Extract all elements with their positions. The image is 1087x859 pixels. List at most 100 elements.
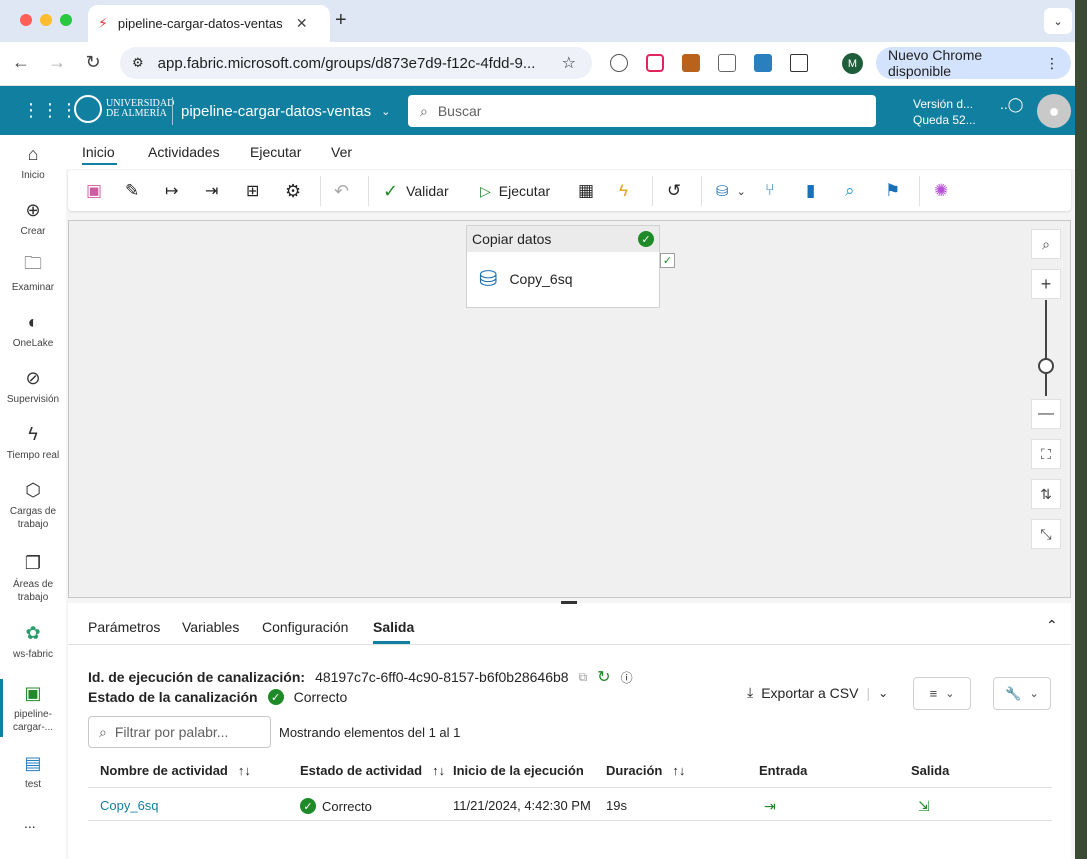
sort-icon[interactable]: ↑↓ [672, 763, 685, 778]
input-icon[interactable]: ⇥ [764, 798, 776, 815]
info-icon[interactable]: ⓘ [621, 669, 633, 686]
copy-icon[interactable]: ⧉ [579, 670, 588, 685]
activity-complete-checkbox[interactable]: ✓ [660, 253, 675, 268]
user-avatar[interactable]: ● [1037, 94, 1071, 128]
zoom-in-button[interactable]: + [1031, 269, 1061, 299]
col-header-run-start[interactable]: Inicio de la ejecución [453, 763, 584, 778]
new-tab-button[interactable]: + [335, 9, 347, 32]
bookmark-star-icon[interactable]: ☆ [562, 53, 576, 73]
chevron-down-icon[interactable]: ⌄ [878, 686, 888, 700]
edit-icon[interactable]: ✎ [125, 180, 139, 202]
omnibox[interactable]: ⚙ app.fabric.microsoft.com/groups/d873e7… [120, 47, 592, 79]
nav-item-supervision[interactable]: ⊘ Supervisión [0, 367, 66, 406]
nav-item-tiempo-real[interactable]: ϟ Tiempo real [0, 423, 66, 462]
teams-icon[interactable]: ⚑ [885, 180, 900, 202]
validate-button[interactable]: ✓ Validar [383, 180, 449, 202]
tab-variables[interactable]: Variables [182, 619, 239, 635]
fit-to-screen-button[interactable]: ⛶ [1031, 439, 1061, 469]
pocket-icon[interactable] [646, 54, 664, 72]
copy-data-activity[interactable]: Copiar datos ✓ ⛁ Copy_6sq [466, 225, 660, 308]
pipeline-title-dropdown[interactable]: pipeline-cargar-datos-ventas ⌄ [181, 103, 390, 120]
col-header-activity-name[interactable]: Nombre de actividad ↑↓ [100, 763, 251, 778]
extension-icon[interactable] [610, 54, 628, 72]
canvas-search-button[interactable]: ⌕ [1031, 229, 1061, 259]
extensions-puzzle-icon[interactable] [790, 54, 808, 72]
activity-header: Copiar datos ✓ [467, 226, 659, 252]
nav-item-pipeline[interactable]: ▣ pipeline-cargar-... [0, 682, 66, 734]
activity-name-link[interactable]: Copy_6sq [100, 798, 159, 813]
forward-button[interactable]: → [45, 52, 69, 73]
lookup-icon[interactable]: ⌕ [845, 180, 855, 202]
tab-actividades[interactable]: Actividades [148, 144, 220, 160]
back-button[interactable]: ← [9, 52, 33, 73]
layout-icon[interactable]: ⊞ [246, 180, 259, 202]
notebook-icon[interactable]: ▮ [806, 180, 815, 202]
sort-icon[interactable]: ↑↓ [238, 763, 251, 778]
panel-resize-handle[interactable] [561, 601, 577, 604]
export-csv-button[interactable]: ⤓ Exportar a CSV | ⌄ [747, 684, 888, 701]
search-box[interactable]: ⌕ Buscar [408, 95, 876, 127]
undo-icon[interactable]: ↶ [334, 180, 349, 202]
output-icon[interactable]: ⇲ [918, 798, 930, 815]
trial-status[interactable]: Versión d... Queda 52... [913, 96, 976, 128]
more-options-icon[interactable]: ... [24, 815, 36, 831]
copy-data-dropdown-icon[interactable]: ⛁ ⌄ [716, 180, 746, 202]
zoom-slider-thumb[interactable] [1038, 358, 1054, 374]
tab-salida[interactable]: Salida [373, 619, 414, 635]
app-launcher-icon[interactable]: ⋮⋮⋮ [22, 100, 79, 121]
copilot-icon[interactable]: ✺ [934, 180, 948, 202]
dataflow-icon[interactable]: ⑂ [765, 180, 775, 202]
close-tab-icon[interactable]: ✕ [296, 15, 308, 32]
nav-item-areas-de-trabajo[interactable]: ❐ Áreas de trabajo [0, 552, 66, 604]
nav-item-crear[interactable]: ⊕ Crear [0, 199, 66, 238]
nav-item-onelake[interactable]: ◐ OneLake [0, 311, 66, 350]
filter-button[interactable]: ≡ ⌄ [913, 677, 971, 710]
profile-avatar[interactable]: M [842, 53, 863, 74]
collapse-button[interactable]: ⤡ [1031, 519, 1061, 549]
nav-item-cargas-de-trabajo[interactable]: ⬡ Cargas de trabajo [0, 479, 66, 531]
move-end-icon[interactable]: ⇥ [205, 180, 218, 202]
tab-search-button[interactable]: ⌄ [1044, 8, 1072, 34]
refresh-icon[interactable]: ↻ [597, 667, 610, 687]
settings-button[interactable]: 🔧 ⌄ [993, 677, 1051, 710]
nav-item-ws-fabric[interactable]: ✿ ws-fabric [0, 622, 66, 661]
url-text[interactable]: app.fabric.microsoft.com/groups/d873e7d9… [158, 55, 548, 72]
tab-ver[interactable]: Ver [331, 144, 352, 160]
maximize-window-button[interactable] [60, 14, 72, 26]
site-info-icon[interactable]: ⚙ [132, 55, 144, 71]
zoom-slider-track[interactable] [1045, 300, 1047, 396]
filter-input[interactable]: ⌕ Filtrar por palabr... [88, 716, 271, 748]
reload-button[interactable]: ↻ [81, 52, 105, 73]
tab-ejecutar[interactable]: Ejecutar [250, 144, 301, 160]
save-icon[interactable]: ▣ [86, 180, 102, 202]
tab-parametros[interactable]: Parámetros [88, 619, 160, 635]
browser-tab[interactable]: ⚡ pipeline-cargar-datos-ventas ✕ [88, 5, 330, 42]
extension-icon[interactable] [682, 54, 700, 72]
nav-label: Cargas de trabajo [9, 506, 57, 530]
move-right-icon[interactable]: ↦ [165, 180, 178, 202]
zoom-out-button[interactable]: — [1031, 399, 1061, 429]
auto-align-button[interactable]: ⇅ [1031, 479, 1061, 509]
reader-icon[interactable] [718, 54, 736, 72]
trigger-icon[interactable]: ϟ [619, 180, 628, 202]
close-window-button[interactable] [20, 14, 32, 26]
nav-item-inicio[interactable]: ⌂ Inicio [0, 143, 66, 182]
minimize-window-button[interactable] [40, 14, 52, 26]
history-icon[interactable]: ↺ [667, 180, 681, 202]
tab-configuracion[interactable]: Configuración [262, 619, 348, 635]
nav-item-examinar[interactable]: 🗀 Examinar [0, 253, 66, 294]
col-header-duration[interactable]: Duración ↑↓ [606, 763, 685, 778]
sort-icon[interactable]: ↑↓ [432, 763, 445, 778]
gear-icon[interactable]: ⚙ [285, 180, 301, 202]
notifications-icon[interactable]: ..◯ [1000, 96, 1023, 113]
schedule-icon[interactable]: ▦ [578, 180, 594, 202]
col-header-activity-status[interactable]: Estado de actividad ↑↓ [300, 763, 445, 778]
nav-item-test[interactable]: ▤ test [0, 752, 66, 791]
col-header-output: Salida [911, 763, 950, 778]
run-button[interactable]: ▷ Ejecutar [480, 180, 550, 202]
update-chrome-button[interactable]: Nuevo Chrome disponible ⋮ [876, 47, 1071, 79]
collapse-panel-icon[interactable]: ⌃ [1046, 617, 1058, 634]
university-logo[interactable]: UNIVERSIDAD DE ALMERÍA [74, 95, 174, 123]
extension-icon[interactable] [754, 54, 772, 72]
tab-inicio[interactable]: Inicio [82, 144, 115, 160]
